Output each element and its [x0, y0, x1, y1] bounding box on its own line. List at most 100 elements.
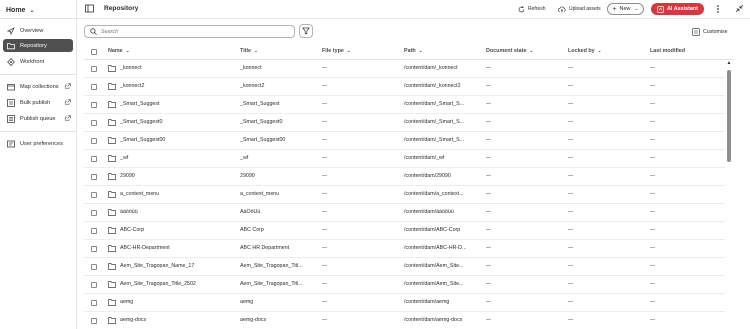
folder-icon	[108, 137, 116, 144]
home-label: Home	[6, 6, 26, 14]
cell-document-state: —	[486, 317, 492, 323]
row-checkbox[interactable]	[91, 174, 97, 180]
table-row[interactable]: a_context_menu a_context_menu — /content…	[84, 186, 725, 204]
row-checkbox[interactable]	[91, 246, 97, 252]
row-checkbox[interactable]	[91, 120, 97, 126]
cell-file-type: —	[322, 101, 328, 107]
column-header-title[interactable]: Title ⌄	[240, 48, 258, 54]
sidebar-item-user-preferences[interactable]: User preferences	[3, 137, 73, 150]
table-row[interactable]: aemg aemg — /content/dam/aemg — — —	[84, 294, 725, 312]
panel-toggle-icon[interactable]	[85, 4, 94, 13]
row-checkbox[interactable]	[91, 156, 97, 162]
cell-last-modified: —	[650, 137, 656, 143]
scroll-up-arrow-icon[interactable]: ▲	[726, 60, 732, 66]
more-options-icon[interactable]	[714, 4, 722, 14]
customise-button[interactable]: Customise	[692, 27, 728, 36]
column-header-file-type[interactable]: File type ⌄	[322, 48, 351, 54]
table-row[interactable]: _konnect _konnect — /content/dam/_konnec…	[84, 60, 725, 78]
search-field[interactable]	[84, 25, 295, 38]
cell-path: /content/dam/äàööüü	[404, 209, 454, 215]
table-row[interactable]: _Smart_Suggest0 _Smart_Suggest0 — /conte…	[84, 114, 725, 132]
row-checkbox[interactable]	[91, 192, 97, 198]
sidebar-item-map-collections[interactable]: Map collections	[3, 80, 73, 93]
cell-title: ABC HR Department	[240, 245, 290, 251]
cell-path: /content/dam/a_context...	[404, 191, 464, 197]
cell-locked-by: —	[568, 83, 574, 89]
column-header-name[interactable]: Name ⌄	[108, 48, 129, 54]
cell-name: äàööüü	[120, 209, 138, 215]
column-header-document-state[interactable]: Document state ⌄	[486, 48, 533, 54]
row-checkbox[interactable]	[91, 282, 97, 288]
table-row[interactable]: Aem_Site_Tragopan_Title_2502 Aem_Site_Tr…	[84, 276, 725, 294]
table-row[interactable]: _konnect2 _konnect2 — /content/dam/_konn…	[84, 78, 725, 96]
cell-file-type: —	[322, 263, 328, 269]
folder-icon	[108, 317, 116, 324]
sidebar-item-overview[interactable]: Overview	[3, 24, 73, 37]
compass-icon	[7, 26, 15, 35]
cell-file-type: —	[322, 209, 328, 215]
row-checkbox[interactable]	[91, 318, 97, 324]
row-checkbox[interactable]	[91, 300, 97, 306]
row-checkbox[interactable]	[91, 66, 97, 72]
table-row[interactable]: ABC-HR-Department ABC HR Department — /c…	[84, 240, 725, 258]
cell-title: ÄàÖöÜü	[240, 209, 261, 215]
column-header-path[interactable]: Path ⌄	[404, 48, 422, 54]
table-row[interactable]: aemg-docs aemg-docs — /content/dam/aemg-…	[84, 312, 725, 329]
table-row[interactable]: _Smart_Suggest00 _Smart_Suggest00 — /con…	[84, 132, 725, 150]
cell-path: /content/dam/ABC-HR-D...	[404, 245, 467, 251]
sidebar-item-workfront[interactable]: Workfront	[3, 55, 73, 68]
upload-assets-button[interactable]: Upload assets	[558, 4, 601, 14]
ai-assistant-icon	[657, 5, 664, 13]
table-row[interactable]: _Smart_Suggest _Smart_Suggest — /content…	[84, 96, 725, 114]
search-input[interactable]	[101, 28, 281, 35]
cell-path: /content/dam/aemg-docs	[404, 317, 463, 323]
row-checkbox[interactable]	[91, 138, 97, 144]
cell-name: a_context_menu	[120, 191, 160, 197]
collapse-icon[interactable]	[735, 4, 744, 13]
home-switcher[interactable]: Home ⌄	[6, 4, 34, 16]
cell-title: _konnect2	[240, 83, 265, 89]
ai-assistant-button[interactable]: AI Assistant	[651, 3, 704, 15]
column-header-last-modified[interactable]: Last modified	[650, 48, 685, 54]
row-checkbox[interactable]	[91, 210, 97, 216]
sidebar-item-label: Map collections	[20, 83, 59, 90]
column-header-locked-by[interactable]: Locked by ⌄	[568, 48, 601, 54]
row-checkbox[interactable]	[91, 84, 97, 90]
sidebar-item-publish-queue[interactable]: Publish queue	[3, 112, 73, 125]
new-button[interactable]: + New ⌄	[607, 3, 644, 15]
table-row[interactable]: Aem_Site_Tragopan_Name_17 Aem_Site_Trago…	[84, 258, 725, 276]
table-row[interactable]: äàööüü ÄàÖöÜü — /content/dam/äàööüü — — …	[84, 204, 725, 222]
cell-name: _konnect	[120, 65, 142, 71]
refresh-button[interactable]: Refresh	[518, 4, 546, 14]
cell-locked-by: —	[568, 137, 574, 143]
new-label: New	[619, 6, 631, 12]
cell-title: _wf	[240, 155, 249, 161]
sidebar-item-bulk-publish[interactable]: Bulk publish	[3, 96, 73, 109]
cell-document-state: —	[486, 155, 492, 161]
cell-last-modified: —	[650, 101, 656, 107]
cell-last-modified: —	[650, 245, 656, 251]
cell-locked-by: —	[568, 263, 574, 269]
row-checkbox[interactable]	[91, 102, 97, 108]
top-bar: Repository Refresh Upload assets + New ⌄…	[77, 0, 750, 19]
table-row[interactable]: 29090 29090 — /content/dam/29090 — — —	[84, 168, 725, 186]
sidebar-item-repository[interactable]: Repository	[3, 39, 73, 52]
select-all-checkbox[interactable]	[91, 49, 97, 55]
page-title: Repository	[104, 5, 139, 12]
cell-path: /content/dam/_Smart_S...	[404, 119, 465, 125]
cell-path: /content/dam/_Smart_S...	[404, 101, 465, 107]
row-checkbox[interactable]	[91, 264, 97, 270]
filter-button[interactable]	[299, 24, 313, 38]
scrollbar-thumb[interactable]	[727, 70, 731, 162]
table-row[interactable]: ABC-Corp ABC Corp — /content/dam/ABC-Cor…	[84, 222, 725, 240]
folder-icon	[108, 263, 116, 270]
row-checkbox[interactable]	[91, 228, 97, 234]
table-row[interactable]: _wf _wf — /content/dam/_wf — — —	[84, 150, 725, 168]
preferences-icon	[7, 140, 15, 148]
cell-locked-by: —	[568, 191, 574, 197]
refresh-label: Refresh	[528, 6, 546, 12]
cell-file-type: —	[322, 155, 328, 161]
search-icon	[90, 28, 97, 35]
cell-path: /content/dam/_Smart_S...	[404, 137, 465, 143]
table-scrollbar[interactable]: ▲	[726, 60, 732, 329]
